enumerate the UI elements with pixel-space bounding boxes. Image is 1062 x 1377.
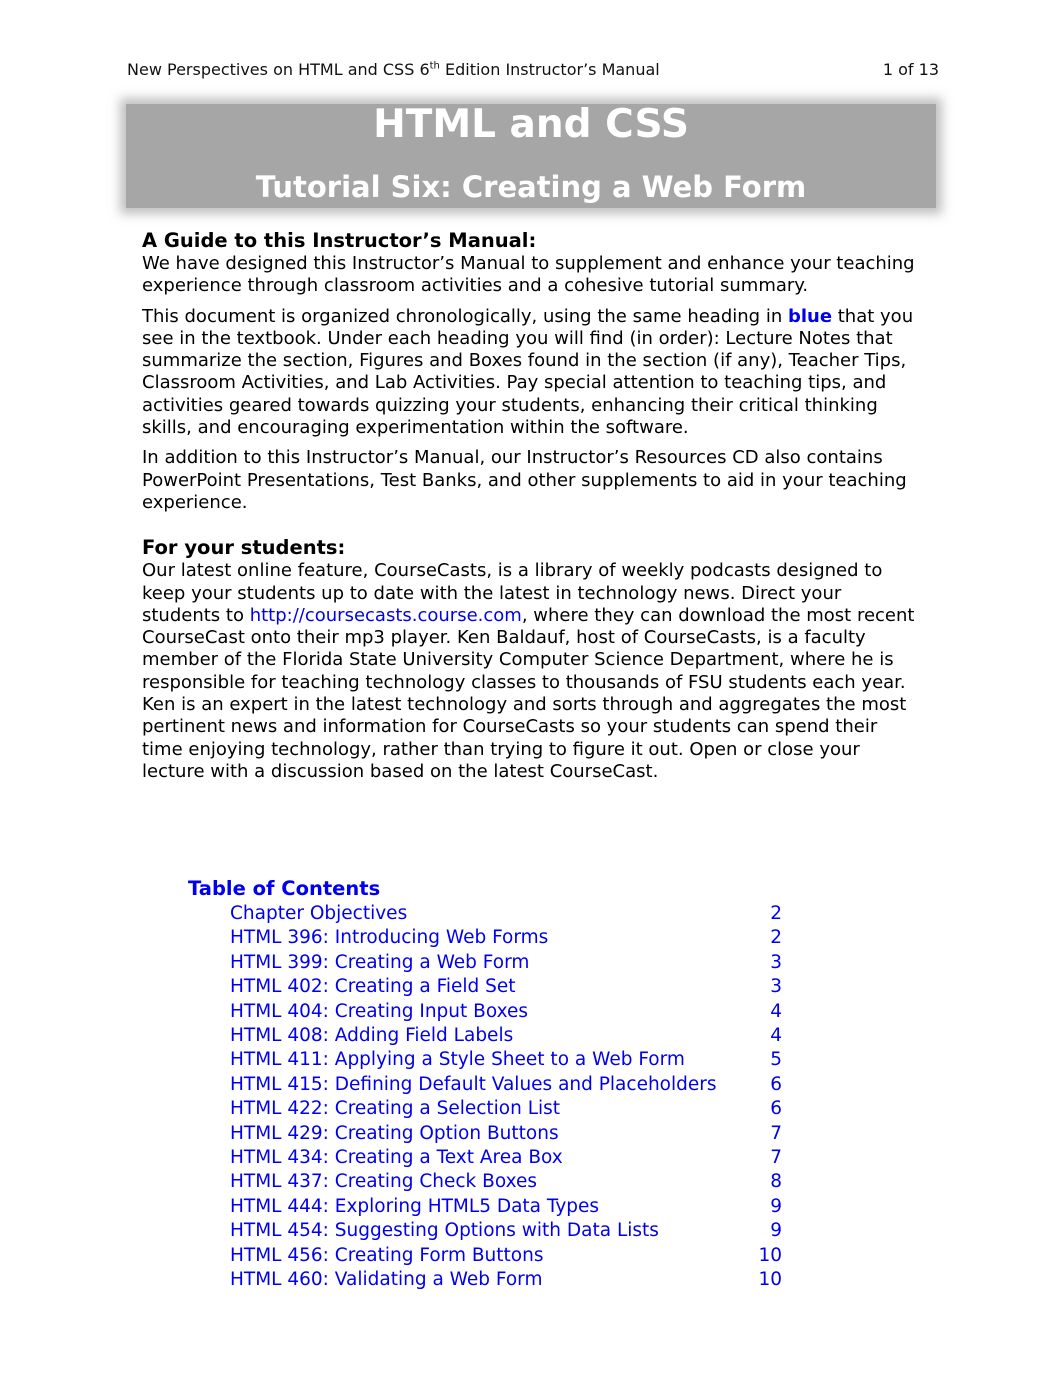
- toc-list: Chapter Objectives 2 HTML 396: Introducing…: [188, 902, 788, 1293]
- guide-paragraph-2: This document is organized chronological…: [142, 305, 914, 439]
- toc-title: Table of Contents: [188, 877, 381, 900]
- toc-entry-label[interactable]: HTML 422: Creating a Selection List: [230, 1097, 723, 1121]
- students-heading: For your students:: [142, 536, 346, 560]
- toc-entry-page[interactable]: 3: [723, 975, 788, 999]
- toc-entry-label[interactable]: HTML 437: Creating Check Boxes: [230, 1170, 723, 1194]
- toc-entry[interactable]: HTML 456: Creating Form Buttons 10: [188, 1244, 788, 1268]
- toc-entry-page[interactable]: 3: [723, 951, 788, 975]
- toc-entry[interactable]: HTML 434: Creating a Text Area Box 7: [188, 1146, 788, 1170]
- toc-entry[interactable]: HTML 454: Suggesting Options with Data L…: [188, 1219, 788, 1243]
- toc-entry-page[interactable]: 10: [723, 1268, 788, 1292]
- toc-entry-page[interactable]: 7: [723, 1122, 788, 1146]
- toc-entry-label[interactable]: HTML 444: Exploring HTML5 Data Types: [230, 1195, 723, 1219]
- guide-heading: A Guide to this Instructor’s Manual:: [142, 229, 537, 252]
- toc-entry-page[interactable]: 5: [723, 1048, 788, 1072]
- toc-entry-page[interactable]: 4: [723, 1024, 788, 1048]
- toc-entry-label[interactable]: HTML 408: Adding Field Labels: [230, 1024, 723, 1048]
- toc-entry-label[interactable]: HTML 454: Suggesting Options with Data L…: [230, 1219, 723, 1243]
- toc-entry-label[interactable]: HTML 399: Creating a Web Form: [230, 951, 723, 975]
- toc-entry-page[interactable]: 6: [723, 1073, 788, 1097]
- toc-entry-label[interactable]: HTML 402: Creating a Field Set: [230, 975, 723, 999]
- toc-entry-label[interactable]: HTML 429: Creating Option Buttons: [230, 1122, 723, 1146]
- toc-entry-label[interactable]: HTML 460: Validating a Web Form: [230, 1268, 723, 1292]
- toc-entry-page[interactable]: 10: [723, 1244, 788, 1268]
- toc-entry-page[interactable]: 6: [723, 1097, 788, 1121]
- toc-entry[interactable]: HTML 396: Introducing Web Forms 2: [188, 926, 788, 950]
- toc-entry-page[interactable]: 7: [723, 1146, 788, 1170]
- toc-entry[interactable]: HTML 422: Creating a Selection List 6: [188, 1097, 788, 1121]
- guide-paragraph-1: We have designed this Instructor’s Manua…: [142, 253, 915, 297]
- toc-entry-page[interactable]: 9: [723, 1219, 788, 1243]
- toc-entry[interactable]: Chapter Objectives 2: [188, 902, 788, 926]
- toc-entry-page[interactable]: 2: [723, 926, 788, 950]
- toc-entry-label[interactable]: HTML 456: Creating Form Buttons: [230, 1244, 723, 1268]
- main-content: A Guide to this Instructor’s Manual: We …: [142, 229, 922, 791]
- table-of-contents: Table of Contents Chapter Objectives 2 HTM…: [188, 876, 788, 1293]
- toc-entry[interactable]: HTML 460: Validating a Web Form 10: [188, 1268, 788, 1292]
- toc-entry[interactable]: HTML 415: Defining Default Values and Pl…: [188, 1073, 788, 1097]
- toc-entry[interactable]: HTML 404: Creating Input Boxes 4: [188, 1000, 788, 1024]
- banner-title: HTML and CSS: [373, 102, 689, 147]
- toc-entry-label[interactable]: HTML 415: Defining Default Values and Pl…: [230, 1073, 723, 1097]
- blue-highlight: blue: [787, 305, 833, 327]
- banner-subtitle: Tutorial Six: Creating a Web Form: [255, 170, 807, 204]
- toc-entry[interactable]: HTML 411: Applying a Style Sheet to a We…: [188, 1048, 788, 1072]
- toc-entry-page[interactable]: 4: [723, 1000, 788, 1024]
- toc-entry-page[interactable]: 2: [723, 902, 788, 926]
- toc-entry-label[interactable]: HTML 434: Creating a Text Area Box: [230, 1146, 723, 1170]
- toc-entry[interactable]: HTML 399: Creating a Web Form 3: [188, 951, 788, 975]
- document-title: New Perspectives on HTML and CSS 6th Edi…: [127, 60, 660, 79]
- toc-entry-page[interactable]: 8: [723, 1170, 788, 1194]
- toc-entry[interactable]: HTML 402: Creating a Field Set 3: [188, 975, 788, 999]
- toc-entry[interactable]: HTML 437: Creating Check Boxes 8: [188, 1170, 788, 1194]
- toc-entry[interactable]: HTML 444: Exploring HTML5 Data Types 9: [188, 1195, 788, 1219]
- toc-entry[interactable]: HTML 429: Creating Option Buttons 7: [188, 1122, 788, 1146]
- toc-entry-label[interactable]: HTML 404: Creating Input Boxes: [230, 1000, 723, 1024]
- toc-entry-page[interactable]: 9: [723, 1195, 788, 1219]
- toc-entry[interactable]: HTML 408: Adding Field Labels 4: [188, 1024, 788, 1048]
- guide-paragraph-3: In addition to this Instructor’s Manual,…: [142, 447, 907, 513]
- page-indicator: 1 of 13: [882, 60, 939, 79]
- coursecasts-link[interactable]: http://coursecasts.course.com: [250, 605, 522, 626]
- students-paragraph: Our latest online feature, CourseCasts, …: [142, 560, 915, 782]
- toc-entry-label[interactable]: HTML 396: Introducing Web Forms: [230, 926, 723, 950]
- page-header: New Perspectives on HTML and CSS 6th Edi…: [127, 60, 939, 79]
- toc-entry-label[interactable]: HTML 411: Applying a Style Sheet to a We…: [230, 1048, 723, 1072]
- toc-entry-label[interactable]: Chapter Objectives: [230, 902, 723, 926]
